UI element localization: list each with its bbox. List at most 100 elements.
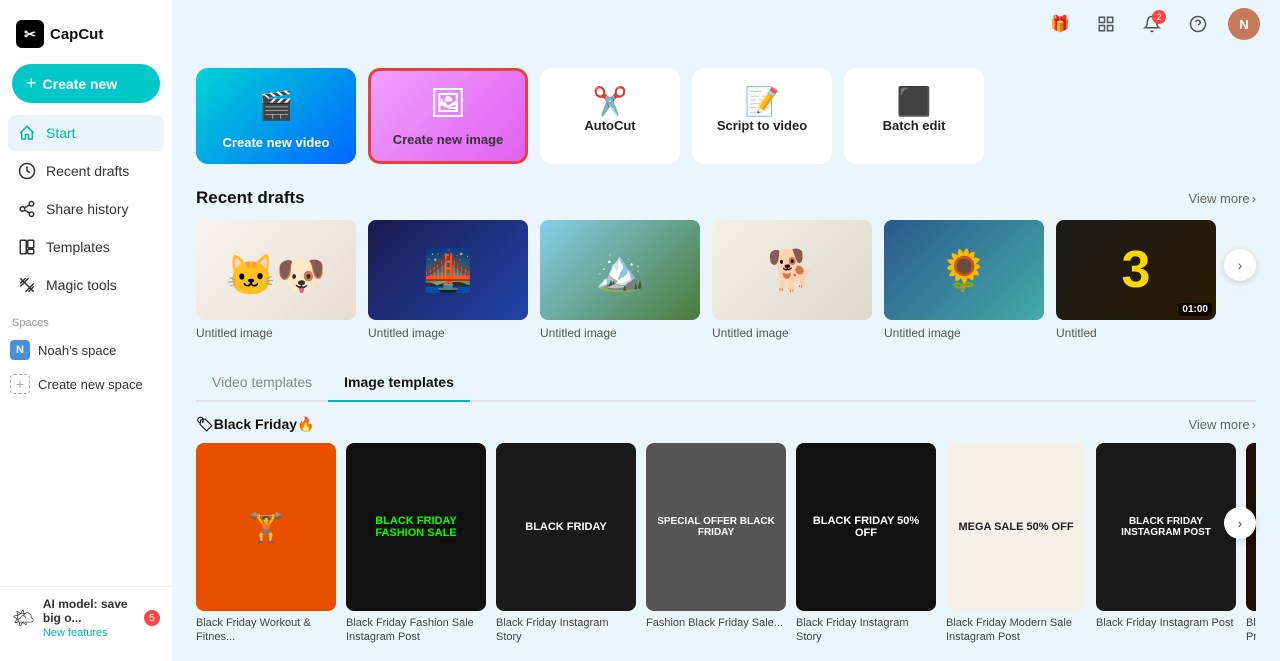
bell-icon-button[interactable]: 2 — [1136, 8, 1168, 40]
drafts-row: 🐱🐶 Untitled image 🌉 Untitled image 🏔️ Un… — [196, 220, 1256, 340]
video-duration-badge: 01:00 — [1178, 303, 1212, 316]
logo-icon: ✂ — [16, 20, 44, 48]
template-thumb-1: 🏋️ — [196, 443, 336, 611]
draft-label-3: Untitled image — [540, 326, 700, 340]
draft-item-4[interactable]: 🐕 Untitled image — [712, 220, 872, 340]
sidebar-item-start[interactable]: Start — [8, 115, 164, 151]
script-to-video-card[interactable]: 📝 Script to video — [692, 68, 832, 164]
template-card-4[interactable]: SPECIAL OFFER BLACK FRIDAY Fashion Black… — [646, 443, 786, 645]
sidebar-item-create-space[interactable]: + Create new space — [0, 367, 172, 401]
draft-thumb-2: 🌉 — [368, 220, 528, 320]
drafts-scroll-container: 🐱🐶 Untitled image 🌉 Untitled image 🏔️ Un… — [196, 220, 1256, 340]
sidebar-label-history: Share history — [46, 201, 128, 217]
template-label-3: Black Friday Instagram Story — [496, 616, 636, 645]
gift-icon-button[interactable]: 🎁 — [1044, 8, 1076, 40]
drafts-scroll-right[interactable]: › — [1224, 249, 1256, 281]
draft-item-5[interactable]: 🌻 Untitled image — [884, 220, 1044, 340]
create-video-card[interactable]: 🎬 Create new video — [196, 68, 356, 164]
script-label: Script to video — [717, 118, 807, 133]
template-label-5: Black Friday Instagram Story — [796, 616, 936, 645]
autocut-label: AutoCut — [584, 118, 635, 133]
templates-scroll-right[interactable]: › — [1224, 507, 1256, 539]
autocut-icon: ✂️ — [593, 85, 628, 118]
draft-label-5: Untitled image — [884, 326, 1044, 340]
template-thumb-5: BLACK FRIDAY 50% OFF — [796, 443, 936, 611]
template-card-2[interactable]: BLACK FRIDAY FASHION SALE Black Friday F… — [346, 443, 486, 645]
recent-drafts-title: Recent drafts — [196, 188, 305, 208]
logo-text: CapCut — [50, 26, 103, 43]
ai-notif-text: AI model: save big o... — [43, 597, 136, 625]
draft-item-2[interactable]: 🌉 Untitled image — [368, 220, 528, 340]
help-icon-button[interactable] — [1182, 8, 1214, 40]
sidebar-item-noah-space[interactable]: N Noah's space — [0, 333, 172, 367]
template-tabs: Video templates Image templates — [196, 368, 1256, 402]
create-new-button[interactable]: + Create new — [12, 64, 160, 103]
ai-notif-sub: New features — [43, 627, 108, 639]
magic-icon — [18, 276, 36, 294]
sidebar-label-start: Start — [46, 125, 76, 141]
tab-image-templates[interactable]: Image templates — [328, 368, 470, 400]
space-avatar-noah: N — [10, 340, 30, 360]
sidebar-label-magic: Magic tools — [46, 277, 117, 293]
ai-notif-badge: 5 — [144, 610, 160, 626]
ai-sun-icon: 🌤 — [12, 608, 35, 629]
template-cards-container: 🏋️ Black Friday Workout & Fitnes... BLAC… — [196, 443, 1256, 645]
template-thumb-6: MEGA SALE 50% OFF — [946, 443, 1086, 611]
draft-label-2: Untitled image — [368, 326, 528, 340]
draft-thumb-5: 🌻 — [884, 220, 1044, 320]
clock-icon — [18, 162, 36, 180]
grid-icon-button[interactable] — [1090, 8, 1122, 40]
draft-label-6: Untitled — [1056, 326, 1216, 340]
create-image-card[interactable]: 🖼 Create new image — [368, 68, 528, 164]
autocut-card[interactable]: ✂️ AutoCut — [540, 68, 680, 164]
recent-drafts-header: Recent drafts View more › — [196, 188, 1256, 208]
user-avatar[interactable]: N — [1228, 8, 1260, 40]
ai-notification-bar[interactable]: 🌤 AI model: save big o... New features 5 — [0, 586, 172, 649]
video-icon: 🎬 — [259, 89, 294, 122]
sidebar-label-templates: Templates — [46, 239, 110, 255]
topbar: 🎁 2 N — [172, 0, 1280, 48]
share-icon — [18, 200, 36, 218]
script-icon: 📝 — [745, 85, 780, 118]
draft-item-6[interactable]: 3 01:00 Untitled — [1056, 220, 1216, 340]
template-thumb-3: BLACK FRIDAY — [496, 443, 636, 611]
tab-video-templates[interactable]: Video templates — [196, 368, 328, 400]
template-icon — [18, 238, 36, 256]
batch-label: Batch edit — [883, 118, 946, 133]
template-card-8[interactable]: The Brew Coffee Black Friday 30% CASHBAC… — [1246, 443, 1256, 645]
sidebar-item-magic-tools[interactable]: Magic tools — [8, 267, 164, 303]
template-card-5[interactable]: BLACK FRIDAY 50% OFF Black Friday Instag… — [796, 443, 936, 645]
main-content: 🎁 2 N 🎬 Create new video 🖼 — [172, 0, 1280, 661]
sidebar-item-recent-drafts[interactable]: Recent drafts — [8, 153, 164, 189]
sidebar-item-templates[interactable]: Templates — [8, 229, 164, 265]
space-plus-icon: + — [10, 374, 30, 394]
black-friday-view-more[interactable]: View more › — [1188, 417, 1256, 432]
draft-label-4: Untitled image — [712, 326, 872, 340]
home-icon — [18, 124, 36, 142]
template-label-6: Black Friday Modern Sale Instagram Post — [946, 616, 1086, 645]
sidebar: ✂ CapCut + Create new Start Recent draft… — [0, 0, 172, 661]
template-card-1[interactable]: 🏋️ Black Friday Workout & Fitnes... — [196, 443, 336, 645]
sidebar-nav: Start Recent drafts Share history Templa… — [0, 115, 172, 303]
notification-badge: 2 — [1152, 10, 1166, 24]
batch-icon: ⬛ — [897, 85, 932, 118]
draft-item-1[interactable]: 🐱🐶 Untitled image — [196, 220, 356, 340]
spaces-label: Spaces — [0, 303, 172, 333]
template-card-3[interactable]: BLACK FRIDAY Black Friday Instagram Stor… — [496, 443, 636, 645]
template-cards-row: 🏋️ Black Friday Workout & Fitnes... BLAC… — [196, 443, 1256, 645]
template-label-4: Fashion Black Friday Sale... — [646, 616, 786, 630]
template-label-7: Black Friday Instagram Post — [1096, 616, 1236, 630]
template-card-7[interactable]: BLACK FRIDAY INSTAGRAM POST Black Friday… — [1096, 443, 1236, 645]
space-label-create: Create new space — [38, 377, 143, 392]
create-image-label: Create new image — [393, 132, 504, 147]
template-card-6[interactable]: MEGA SALE 50% OFF Black Friday Modern Sa… — [946, 443, 1086, 645]
batch-edit-card[interactable]: ⬛ Batch edit — [844, 68, 984, 164]
draft-thumb-3: 🏔️ — [540, 220, 700, 320]
sidebar-item-share-history[interactable]: Share history — [8, 191, 164, 227]
action-cards-row: 🎬 Create new video 🖼 Create new image ✂️… — [196, 68, 1256, 164]
draft-item-3[interactable]: 🏔️ Untitled image — [540, 220, 700, 340]
black-friday-section-header: 🏷Black Friday🔥 View more › — [196, 416, 1256, 433]
draft-thumb-6: 3 01:00 — [1056, 220, 1216, 320]
recent-drafts-view-more[interactable]: View more › — [1188, 191, 1256, 206]
draft-thumb-4: 🐕 — [712, 220, 872, 320]
